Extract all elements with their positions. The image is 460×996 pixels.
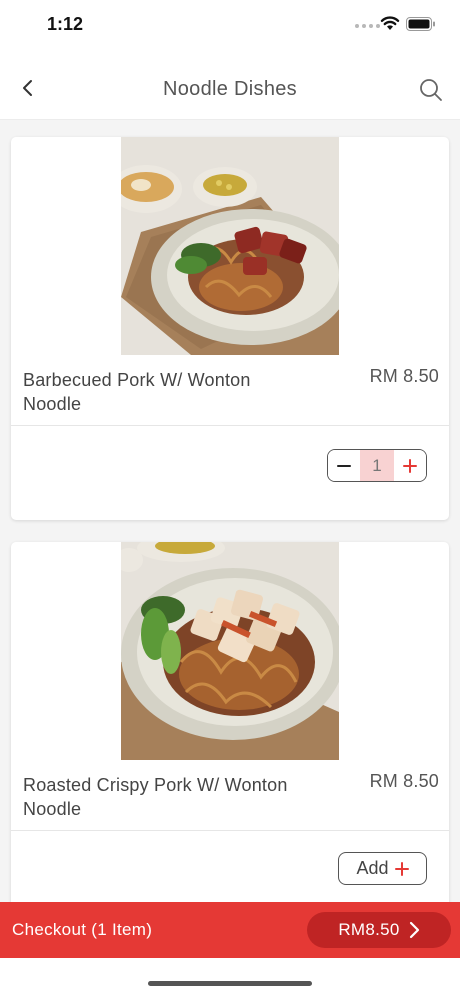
- checkout-total: RM8.50: [338, 920, 400, 939]
- plus-icon: [394, 861, 409, 876]
- quantity-value: 1: [360, 450, 394, 481]
- product-card: Roasted Crispy Pork W/ Wonton Noodle RM …: [11, 542, 449, 902]
- add-button-label: Add: [356, 858, 389, 878]
- nav-bar: Noodle Dishes: [0, 52, 460, 120]
- product-name: Barbecued Pork W/ Wonton Noodle: [23, 370, 251, 414]
- product-name: Roasted Crispy Pork W/ Wonton Noodle: [23, 775, 288, 819]
- product-card: Barbecued Pork W/ Wonton Noodle RM 8.50 …: [11, 137, 449, 520]
- checkout-button[interactable]: RM8.50: [307, 912, 451, 948]
- battery-icon: [406, 17, 435, 31]
- divider: [11, 425, 449, 426]
- product-image[interactable]: [121, 137, 339, 355]
- add-button[interactable]: Add: [338, 852, 427, 885]
- bbq-pork-noodle-photo: [121, 137, 339, 355]
- checkout-label: Checkout (1 Item): [12, 920, 153, 939]
- checkout-bar[interactable]: Checkout (1 Item) RM8.50: [0, 902, 460, 958]
- roasted-pork-noodle-photo: [121, 542, 339, 760]
- product-price: RM 8.50: [369, 366, 439, 386]
- status-time: 1:12: [47, 14, 84, 34]
- wifi-icon: [380, 16, 400, 30]
- increment-button[interactable]: [393, 450, 426, 481]
- search-button[interactable]: [417, 76, 445, 104]
- decrement-button[interactable]: [328, 450, 361, 481]
- search-icon: [420, 79, 442, 101]
- chevron-right-icon: [409, 921, 419, 939]
- signal-dots-icon: [355, 24, 380, 28]
- page-title: Noodle Dishes: [163, 78, 297, 100]
- divider: [11, 830, 449, 831]
- product-image[interactable]: [121, 542, 339, 760]
- product-price: RM 8.50: [369, 771, 439, 791]
- home-area: [0, 958, 460, 996]
- plus-icon: [402, 458, 417, 473]
- home-indicator[interactable]: [148, 981, 312, 986]
- product-list[interactable]: Barbecued Pork W/ Wonton Noodle RM 8.50 …: [0, 120, 460, 902]
- minus-icon: [337, 464, 352, 467]
- quantity-stepper[interactable]: 1: [327, 449, 427, 482]
- status-bar: 1:12: [0, 0, 460, 52]
